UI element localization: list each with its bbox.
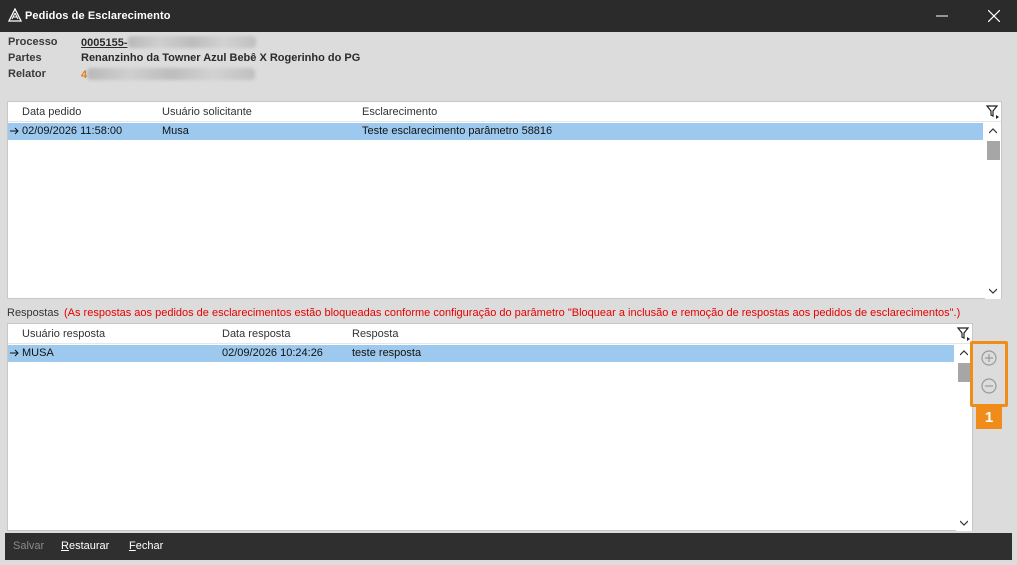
column-header-usuario-solicitante[interactable]: Usuário solicitante bbox=[162, 106, 252, 118]
table-row[interactable]: MUSA 02/09/2026 10:24:26 teste resposta bbox=[8, 345, 954, 362]
restaurar-button[interactable]: Restaurar bbox=[61, 540, 109, 552]
annotation-badge: 1 bbox=[976, 405, 1002, 429]
respostas-grid-header: Usuário resposta Data resposta Resposta bbox=[8, 324, 972, 344]
close-icon bbox=[988, 10, 1000, 22]
cell-data-resposta: 02/09/2026 10:24:26 bbox=[222, 347, 323, 359]
respostas-label: Respostas bbox=[7, 307, 59, 319]
close-button[interactable] bbox=[974, 0, 1014, 32]
column-header-resposta[interactable]: Resposta bbox=[352, 328, 398, 340]
row-pointer-icon bbox=[10, 349, 19, 357]
resposta-actions-highlight bbox=[970, 341, 1008, 407]
relator-label: Relator bbox=[8, 68, 46, 80]
fechar-button[interactable]: Fechar bbox=[129, 540, 163, 552]
cell-resposta: teste resposta bbox=[352, 347, 422, 359]
scroll-down-button[interactable] bbox=[985, 283, 1001, 299]
filter-icon[interactable] bbox=[956, 326, 972, 342]
add-circle-icon[interactable] bbox=[980, 349, 998, 367]
respostas-grid: Usuário resposta Data resposta Resposta … bbox=[7, 323, 973, 531]
pedidos-scrollbar[interactable] bbox=[985, 123, 1001, 299]
window-title: Pedidos de Esclarecimento bbox=[25, 10, 171, 22]
minimize-icon bbox=[936, 15, 948, 17]
chevron-down-icon bbox=[989, 288, 997, 294]
salvar-button[interactable]: Salvar bbox=[13, 540, 44, 552]
cell-usuario-resposta: MUSA bbox=[22, 347, 54, 359]
respostas-warning: (As respostas aos pedidos de esclarecime… bbox=[64, 307, 961, 319]
column-header-usuario-resposta[interactable]: Usuário resposta bbox=[22, 328, 105, 340]
relator-value: 4 bbox=[81, 68, 256, 81]
column-header-esclarecimento[interactable]: Esclarecimento bbox=[362, 106, 437, 118]
partes-label: Partes bbox=[8, 52, 42, 64]
row-pointer-icon bbox=[10, 127, 19, 135]
cell-data-pedido: 02/09/2026 11:58:00 bbox=[22, 125, 123, 137]
footer-toolbar: Salvar Restaurar Fechar bbox=[5, 533, 1012, 560]
processo-label: Processo bbox=[8, 36, 58, 48]
app-logo-icon bbox=[8, 8, 22, 22]
processo-value: 0005155- bbox=[81, 36, 256, 49]
pedidos-grid-header: Data pedido Usuário solicitante Esclarec… bbox=[8, 102, 1001, 122]
filter-icon[interactable] bbox=[985, 104, 1001, 120]
chevron-up-icon bbox=[960, 350, 968, 356]
chevron-down-icon bbox=[960, 520, 968, 526]
cell-esclarecimento: Teste esclarecimento parâmetro 58816 bbox=[362, 125, 553, 137]
title-bar: Pedidos de Esclarecimento bbox=[0, 0, 1017, 32]
table-row[interactable]: 02/09/2026 11:58:00 Musa Teste esclareci… bbox=[8, 123, 983, 140]
remove-circle-icon[interactable] bbox=[980, 377, 998, 395]
cell-usuario-solicitante: Musa bbox=[162, 125, 189, 137]
column-header-data-resposta[interactable]: Data resposta bbox=[222, 328, 290, 340]
partes-value: Renanzinho da Towner Azul Bebê X Rogerin… bbox=[81, 52, 361, 64]
scroll-thumb[interactable] bbox=[987, 141, 1000, 160]
scroll-up-button[interactable] bbox=[985, 123, 1001, 139]
scroll-down-button[interactable] bbox=[956, 515, 972, 531]
minimize-button[interactable] bbox=[922, 0, 962, 32]
pedidos-grid: Data pedido Usuário solicitante Esclarec… bbox=[7, 101, 1002, 299]
chevron-up-icon bbox=[989, 128, 997, 134]
column-header-data-pedido[interactable]: Data pedido bbox=[22, 106, 81, 118]
